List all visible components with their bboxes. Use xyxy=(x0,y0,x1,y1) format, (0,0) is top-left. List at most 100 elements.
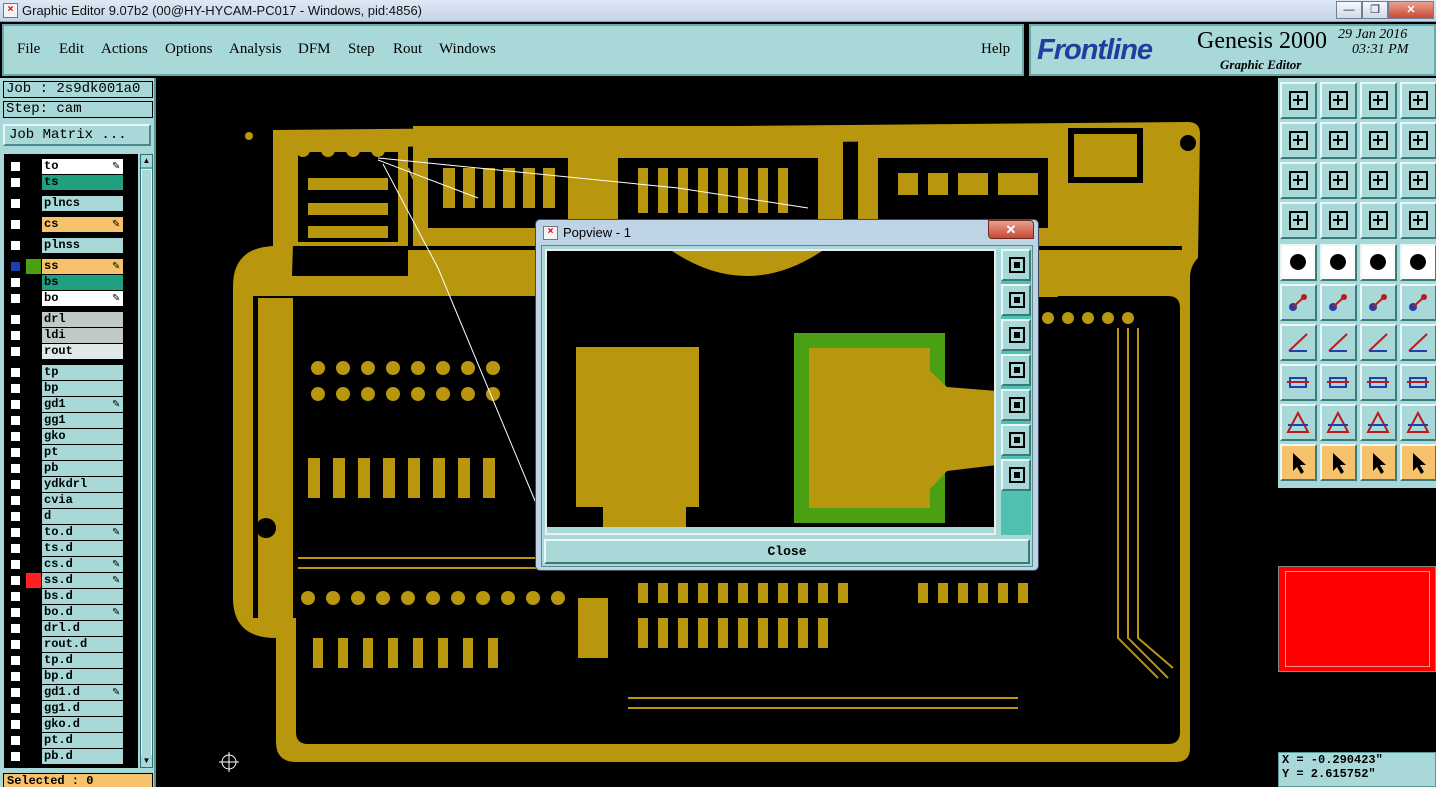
layer-color-swatch[interactable] xyxy=(26,397,41,412)
layer-color-swatch[interactable] xyxy=(26,217,41,232)
layer-name[interactable]: bo xyxy=(42,291,123,306)
layer-name[interactable]: drl.d xyxy=(42,621,123,636)
layer-toggle-red-icon[interactable] xyxy=(1400,202,1436,239)
layer-checkbox[interactable] xyxy=(9,718,22,731)
flip-view-icon[interactable] xyxy=(1360,122,1397,159)
layer-name[interactable]: drl xyxy=(42,312,123,327)
popview-canvas[interactable] xyxy=(545,249,996,535)
menu-dfm[interactable]: DFM xyxy=(298,41,331,58)
layer-name[interactable]: tp xyxy=(42,365,123,380)
layer-name[interactable]: d xyxy=(42,509,123,524)
layer-color-swatch[interactable] xyxy=(26,413,41,428)
layer-row-bp[interactable]: bp xyxy=(4,381,138,396)
layer-row-cs[interactable]: cs ✎ xyxy=(4,217,138,232)
layer-row-rout-d[interactable]: rout.d xyxy=(4,637,138,652)
layer-checkbox[interactable] xyxy=(9,478,22,491)
layer-checkbox[interactable] xyxy=(9,702,22,715)
layer-color-swatch[interactable] xyxy=(26,381,41,396)
layer-name[interactable]: ts.d xyxy=(42,541,123,556)
layer-name[interactable]: rout xyxy=(42,344,123,359)
zoom-in-icon[interactable] xyxy=(1280,162,1317,199)
layer-row-gko[interactable]: gko xyxy=(4,429,138,444)
layer-row-tp[interactable]: tp xyxy=(4,365,138,380)
layer-row-to[interactable]: to ✎ xyxy=(4,159,138,174)
layer-checkbox[interactable] xyxy=(9,558,22,571)
scroll-down-icon[interactable]: ▼ xyxy=(141,755,152,767)
scale-1-2-icon[interactable] xyxy=(1360,162,1397,199)
menu-file[interactable]: File xyxy=(17,41,40,58)
layer-row-gko-d[interactable]: gko.d xyxy=(4,717,138,732)
layer-row-drl[interactable]: drl xyxy=(4,312,138,327)
layer-name[interactable]: tp.d xyxy=(42,653,123,668)
layer-color-swatch[interactable] xyxy=(26,196,41,211)
menu-edit[interactable]: Edit xyxy=(59,41,84,58)
pan-right-icon[interactable] xyxy=(1001,389,1031,421)
layer-name[interactable]: pt.d xyxy=(42,733,123,748)
layer-scrollbar[interactable]: ▲ ▼ xyxy=(140,154,153,768)
layer-checkbox[interactable] xyxy=(9,382,22,395)
grid-icon[interactable] xyxy=(1320,202,1357,239)
layer-color-swatch[interactable] xyxy=(26,461,41,476)
layer-checkbox[interactable] xyxy=(9,654,22,667)
layer-checkbox[interactable] xyxy=(9,638,22,651)
layer-row-bp-d[interactable]: bp.d xyxy=(4,669,138,684)
layer-color-swatch[interactable] xyxy=(26,509,41,524)
close-button[interactable]: Close xyxy=(544,539,1030,564)
circle-snap-icon[interactable] xyxy=(1400,244,1436,281)
layer-row-ldi[interactable]: ldi xyxy=(4,328,138,343)
layer-name[interactable]: ss xyxy=(42,259,123,274)
layer-color-swatch[interactable] xyxy=(26,685,41,700)
layer-checkbox[interactable] xyxy=(9,494,22,507)
layer-checkbox[interactable] xyxy=(9,197,22,210)
layer-checkbox[interactable] xyxy=(9,590,22,603)
layer-checkbox[interactable] xyxy=(9,686,22,699)
layer-row-plncs[interactable]: plncs xyxy=(4,196,138,211)
layer-row-ss-d[interactable]: ss.d ✎ xyxy=(4,573,138,588)
layer-row-tp-d[interactable]: tp.d xyxy=(4,653,138,668)
layer-row-gd1-d[interactable]: gd1.d ✎ xyxy=(4,685,138,700)
layer-color-swatch[interactable] xyxy=(26,637,41,652)
layer-checkbox[interactable] xyxy=(9,218,22,231)
layer-checkbox[interactable] xyxy=(9,670,22,683)
layer-name[interactable]: gg1.d xyxy=(42,701,123,716)
layer-row-bo[interactable]: bo ✎ xyxy=(4,291,138,306)
layer-checkbox[interactable] xyxy=(9,329,22,342)
layer-row-rout[interactable]: rout xyxy=(4,344,138,359)
layer-checkbox[interactable] xyxy=(9,345,22,358)
menu-analysis[interactable]: Analysis xyxy=(229,41,282,58)
cross-snap-icon[interactable] xyxy=(1320,284,1357,321)
layer-row-bs-d[interactable]: bs.d xyxy=(4,589,138,604)
layer-checkbox[interactable] xyxy=(9,239,22,252)
rotate-icon[interactable] xyxy=(1360,324,1397,361)
layer-name[interactable]: gg1 xyxy=(42,413,123,428)
layer-color-swatch[interactable] xyxy=(26,365,41,380)
select-box-icon[interactable] xyxy=(1320,444,1357,481)
zoom-out-icon[interactable] xyxy=(1001,459,1031,491)
pan-left-icon[interactable] xyxy=(1001,354,1031,386)
pad-center-icon[interactable] xyxy=(1360,364,1397,401)
select-net-icon[interactable] xyxy=(1400,444,1436,481)
layer-checkbox[interactable] xyxy=(9,574,22,587)
layer-checkbox[interactable] xyxy=(9,526,22,539)
scroll-thumb[interactable] xyxy=(141,169,152,759)
layer-row-cvia[interactable]: cvia xyxy=(4,493,138,508)
zoom-window-icon[interactable] xyxy=(1400,82,1436,119)
layer-row-pt[interactable]: pt xyxy=(4,445,138,460)
layer-row-ss[interactable]: ss ✎ xyxy=(4,259,138,274)
restore-icon[interactable]: ❐ xyxy=(1362,1,1388,19)
layer-row-pb[interactable]: pb xyxy=(4,461,138,476)
layer-color-swatch[interactable] xyxy=(26,259,41,274)
layer-checkbox[interactable] xyxy=(9,292,22,305)
select-icon[interactable] xyxy=(1280,444,1317,481)
slot-icon[interactable] xyxy=(1320,364,1357,401)
connect-icon[interactable] xyxy=(1280,284,1317,321)
layer-name[interactable]: gd1.d xyxy=(42,685,123,700)
close-icon[interactable]: ✕ xyxy=(1388,1,1434,19)
layer-color-swatch[interactable] xyxy=(26,328,41,343)
layer-name[interactable]: pb.d xyxy=(42,749,123,764)
pan-down-icon[interactable] xyxy=(1001,319,1031,351)
layer-checkbox[interactable] xyxy=(9,462,22,475)
layer-name[interactable]: plncs xyxy=(42,196,123,211)
layer-name[interactable]: ldi xyxy=(42,328,123,343)
menu-help[interactable]: Help xyxy=(981,41,1010,58)
